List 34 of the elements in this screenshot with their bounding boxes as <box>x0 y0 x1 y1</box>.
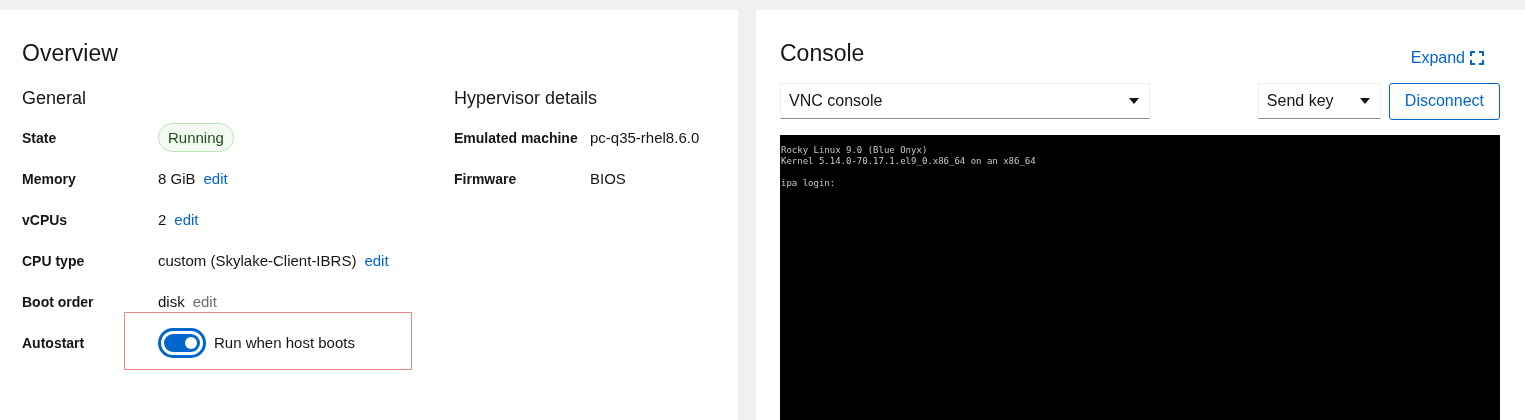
section-title: Hypervisor details <box>454 87 599 109</box>
field-label: State <box>22 129 58 146</box>
expand-icon <box>1470 51 1484 65</box>
section-title: General <box>22 87 88 109</box>
field-label: vCPUs <box>22 211 69 228</box>
field-label: Autostart <box>22 334 86 351</box>
field-label: Firmware <box>454 170 518 187</box>
caret-icon <box>1359 98 1370 104</box>
console-type-select[interactable]: VNC console <box>780 83 1150 119</box>
console-prompt: ipa login: <box>781 178 836 188</box>
card-title: Console <box>780 39 865 67</box>
console-text: Kernel 5.14.0-70.17.1.el9_0.x86_64 on an x86_64 <box>781 156 1036 166</box>
edit-link[interactable]: edit <box>364 252 389 269</box>
field-label: CPU type <box>22 252 86 269</box>
disconnect-button[interactable]: Disconnect <box>1388 82 1500 120</box>
field-value: disk <box>158 293 185 310</box>
edit-link[interactable]: edit <box>174 211 199 228</box>
status-badge: Running <box>158 123 234 152</box>
expand-link[interactable]: Expand <box>1410 49 1484 67</box>
caret-icon <box>1129 98 1139 104</box>
field-value: 2 <box>158 211 167 228</box>
card-title: Overview <box>22 39 119 67</box>
field-value: custom (Skylake-Client-IBRS) <box>158 252 357 269</box>
field-value: 8 GiB <box>158 170 196 187</box>
field-value: pc-q35-rhel8.6.0 <box>590 129 700 146</box>
field-label: Emulated machine <box>454 129 579 146</box>
edit-link[interactable]: edit <box>203 170 228 187</box>
switch-label: Run when host boots <box>214 334 355 351</box>
field-value: BIOS <box>590 170 626 187</box>
console-text: Rocky Linux 9.0 (Blue Onyx) <box>781 145 928 155</box>
field-label: Boot order <box>22 293 95 310</box>
toggle-switch[interactable] <box>158 327 206 358</box>
field-label: Memory <box>22 170 77 187</box>
send-key-select[interactable]: Send key <box>1257 83 1381 119</box>
